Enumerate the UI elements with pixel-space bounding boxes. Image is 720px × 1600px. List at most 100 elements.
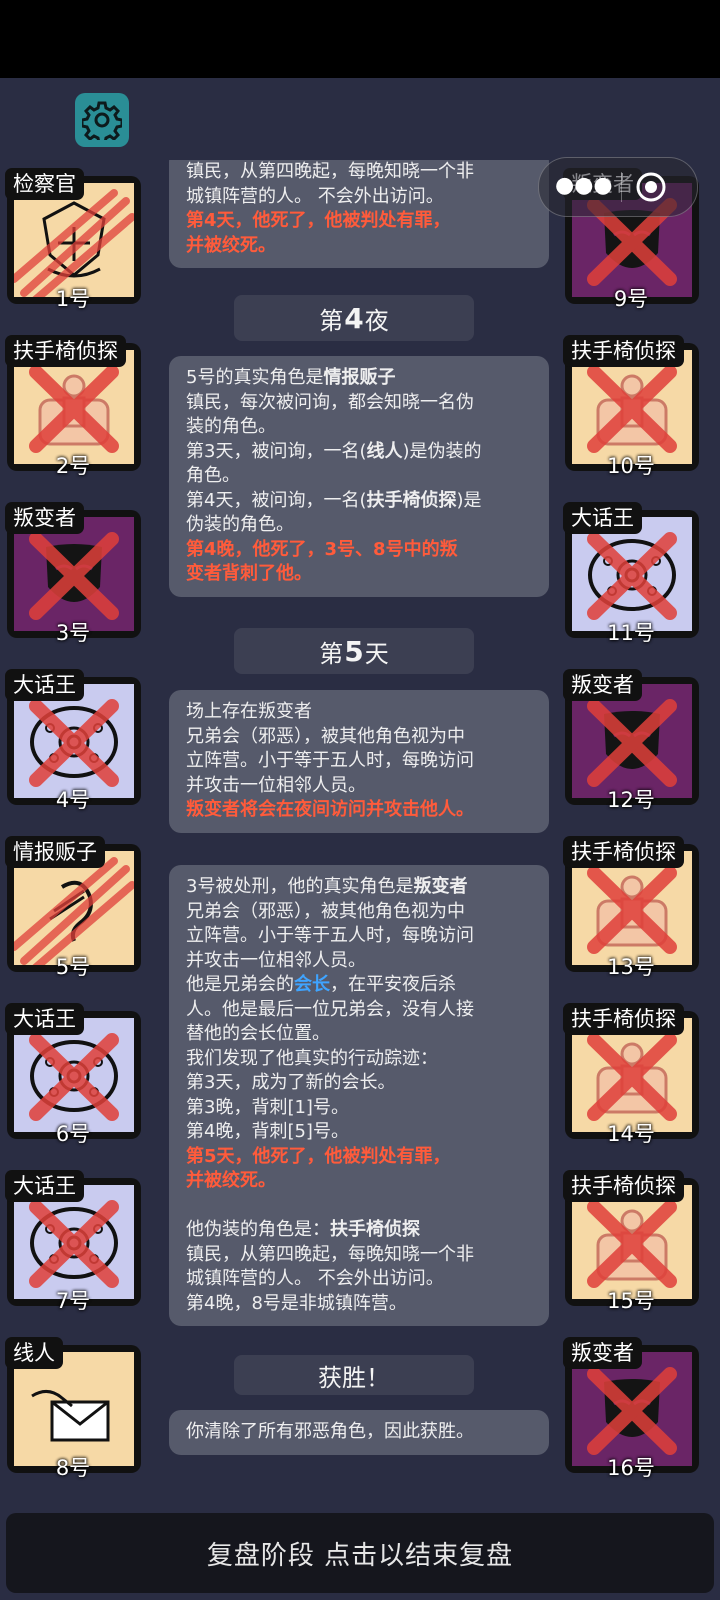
log-text: 立阵营。小于等于五人时，每晚访问 [186, 925, 474, 946]
armchair-detective-icon [572, 851, 692, 965]
log-text: 镇民，从第四晚起，每晚知晓一个非 [186, 1243, 474, 1265]
log-text: 我们发现了他真实的行动踪迹： [186, 1047, 438, 1069]
log-text: 变者背刺了他。 [186, 563, 312, 584]
traitor-mask-icon [572, 684, 692, 798]
log-text: 扶手椅侦探 [330, 1219, 420, 1240]
role-label: 线人 [5, 1337, 63, 1369]
log-line: 第4天，被问询，一名(扶手椅侦探)是 [186, 489, 533, 514]
seat-number: 4号 [55, 788, 91, 812]
log-text: 你清除了所有邪恶角色，因此获胜。 [186, 1421, 474, 1442]
log-text: 镇民，每次被问询，都会知晓一名伪 [186, 391, 474, 413]
victory-header: 获胜！ [234, 1355, 474, 1395]
seat-number: 5号 [55, 955, 91, 979]
log-text: 第4晚，8号是非城镇阵营。 [186, 1292, 407, 1314]
player-tile[interactable]: 叛变者 3号 [5, 502, 141, 645]
log-text: 场上存在叛变者 [186, 701, 312, 722]
log-text: 第5天，他死了，他被判处有罪， [186, 1145, 451, 1167]
log-text: 他伪装的角色是： [186, 1219, 330, 1240]
player-tile[interactable]: 扶手椅侦探 13号 [563, 836, 699, 979]
log-text: 叛变者 [413, 876, 468, 897]
log-text: 第3天，成为了新的会长。 [186, 1072, 396, 1093]
seat-number: 11号 [607, 621, 655, 645]
snitch-envelope-icon [14, 1352, 134, 1466]
log-text: 第4天，被问询，一名( [186, 489, 367, 511]
player-tile[interactable]: 大话王 4号 [5, 669, 141, 812]
role-label: 大话王 [563, 502, 642, 534]
prosecutor-badge-icon [14, 183, 134, 297]
player-tile[interactable]: 检察官 1号 [5, 168, 141, 311]
seat-number: 16号 [607, 1456, 655, 1480]
seat-number: 2号 [55, 454, 91, 478]
log-text: 兄弟会（邪恶），被其他角色视为中 [186, 725, 465, 747]
player-tile[interactable]: 大话王 7号 [5, 1170, 141, 1313]
player-tile[interactable]: 叛变者 12号 [563, 669, 699, 812]
log-text: 4 [344, 301, 364, 335]
role-label: 情报贩子 [5, 836, 105, 868]
log-line: 他伪装的角色是：扶手椅侦探 [186, 1218, 533, 1243]
player-tile[interactable]: 大话王 6号 [5, 1003, 141, 1146]
log-text: 会长 [294, 974, 330, 995]
seat-number: 8号 [55, 1456, 91, 1480]
player-tile[interactable]: 大话王 11号 [563, 502, 699, 645]
player-tile[interactable]: 叛变者 16号 [563, 1337, 699, 1480]
seat-number: 13号 [607, 955, 655, 979]
role-label: 扶手椅侦探 [563, 836, 684, 868]
log-text: 并攻击一位相邻人员。 [186, 774, 366, 796]
end-replay-button[interactable]: 复盘阶段 点击以结束复盘 [6, 1513, 714, 1593]
miniprogram-capsule[interactable]: ●●● [538, 157, 698, 217]
seat-number: 3号 [55, 621, 91, 645]
seat-number: 14号 [607, 1122, 655, 1146]
phase-header: 第4夜 [234, 295, 474, 341]
log-text: 并被绞死。 [186, 1170, 276, 1191]
role-label: 叛变者 [563, 669, 642, 701]
log-text: 立阵营。小于等于五人时，每晚访问 [186, 750, 474, 771]
armchair-detective-icon [572, 1018, 692, 1132]
seat-number: 10号 [607, 454, 655, 478]
player-tile[interactable]: 扶手椅侦探 15号 [563, 1170, 699, 1313]
log-text: 叛变者将会在夜间访问并攻击他人。 [186, 799, 474, 820]
log-line-death: 并被绞死。 [186, 234, 276, 256]
log-text: 夜 [364, 306, 389, 335]
log-line-death: 第4天，他死了，他被判处有罪， [186, 210, 451, 231]
replay-log[interactable]: 镇民，从第四晚起，每晚知晓一个非 城镇阵营的人。 不会外出访问。 第4天，他死了… [157, 160, 557, 1515]
role-label: 扶手椅侦探 [5, 335, 126, 367]
seat-number: 9号 [613, 287, 649, 311]
log-text: 5 [344, 634, 364, 668]
player-tile[interactable]: 情报贩子 5号 [5, 836, 141, 979]
settings-button[interactable] [75, 93, 129, 147]
log-text: 扶手椅侦探 [366, 489, 457, 511]
player-tile[interactable]: 扶手椅侦探 10号 [563, 335, 699, 478]
role-label: 扶手椅侦探 [563, 1003, 684, 1035]
log-line: 3号被处刑，他的真实角色是叛变者 [186, 875, 533, 900]
log-text: 第3天，被问询，一名( [186, 440, 367, 462]
armchair-detective-icon [572, 350, 692, 464]
player-tile[interactable]: 线人 8号 [5, 1337, 141, 1480]
log-text: 线人 [366, 440, 403, 462]
log-card: 5号的真实角色是情报贩子 镇民，每次被问询，都会知晓一名伪 装的角色。 第3天，… [169, 356, 549, 597]
seat-number: 7号 [55, 1289, 91, 1313]
phase-header: 第5天 [234, 628, 474, 674]
player-tile[interactable]: 扶手椅侦探 14号 [563, 1003, 699, 1146]
armchair-detective-icon [572, 1185, 692, 1299]
role-label: 叛变者 [5, 502, 84, 534]
target-close-icon[interactable] [635, 171, 667, 203]
braggart-swirl-icon [14, 1018, 134, 1132]
role-label: 大话王 [5, 1003, 84, 1035]
log-text: 天 [364, 639, 389, 668]
log-line: 镇民，从第四晚起，每晚知晓一个非 [186, 161, 474, 182]
log-text: 5号的真实角色是 [186, 367, 324, 388]
log-text: 3号被处刑，他的真实角色是 [186, 876, 414, 897]
log-text: 第 [319, 306, 344, 335]
gear-icon [82, 101, 122, 140]
role-label: 检察官 [5, 168, 84, 200]
seat-number: 15号 [607, 1289, 655, 1313]
log-card: 镇民，从第四晚起，每晚知晓一个非 城镇阵营的人。 不会外出访问。 第4天，他死了… [169, 160, 549, 268]
log-card: 场上存在叛变者 兄弟会（邪恶），被其他角色视为中 立阵营。小于等于五人时，每晚访… [169, 690, 549, 833]
log-text: 他是兄弟会的 [186, 974, 294, 995]
log-text: 城镇阵营的人。 不会外出访问。 [186, 1268, 444, 1289]
log-text: )是伪装的 [402, 440, 482, 462]
log-text: 角色。 [186, 465, 240, 486]
more-dots-icon[interactable]: ●●● [555, 174, 613, 198]
player-tile[interactable]: 扶手椅侦探 2号 [5, 335, 141, 478]
